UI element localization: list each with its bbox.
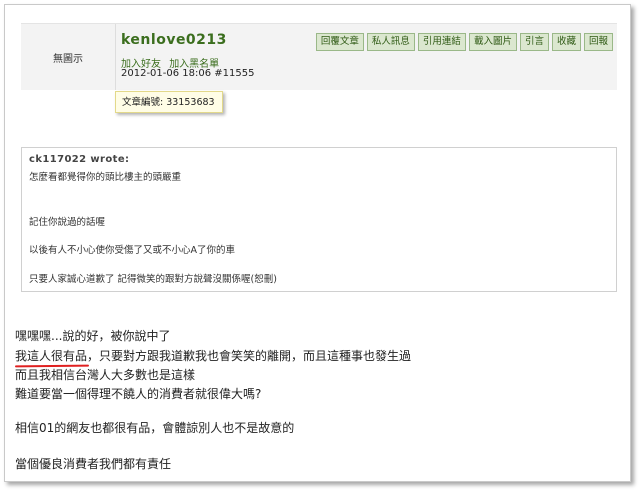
quote-line: 怎麼看都覺得你的頭比樓主的頭嚴重	[29, 172, 182, 183]
body-line: 當個優良消費者我們都有責任	[15, 457, 172, 471]
body-line: 我這人很有品，只要對方跟我道歉我也會笑笑的離開，而且這種事也發生過	[15, 347, 411, 364]
post-header: 無圖示 kenlove0213 加入好友 加入黑名單 2012-01-06 18…	[21, 23, 617, 90]
body-line: 而且我相信台灣人大多數也是這樣	[15, 368, 196, 382]
quote-line: 只要人家誠心道歉了 記得微笑的跟對方說聲沒關係喔(恕刪)	[29, 274, 277, 285]
quote-line: 記住你說過的話喔	[29, 217, 106, 228]
username[interactable]: kenlove0213	[121, 32, 227, 48]
quote-line: 以後有人不小心使你受傷了又或不小心A了你的車	[29, 245, 235, 256]
quote-link-button[interactable]: 引用連結	[417, 33, 466, 51]
load-images-button[interactable]: 載入圖片	[468, 33, 517, 51]
post-frame: 無圖示 kenlove0213 加入好友 加入黑名單 2012-01-06 18…	[4, 4, 631, 482]
reply-button[interactable]: 回覆文章	[315, 33, 364, 51]
body-line: 相信01的網友也都很有品，會體諒別人也不是故意的	[15, 421, 295, 435]
quote-author: ck117022 wrote:	[29, 154, 130, 165]
body-line: 嘿嘿嘿...說的好，被你說中了	[15, 329, 171, 343]
quote-box: ck117022 wrote: 怎麼看都覺得你的頭比樓主的頭嚴重 記住你說過的話…	[21, 147, 617, 292]
post-meta: 2012-01-06 18:06 #11555	[121, 68, 255, 79]
private-message-button[interactable]: 私人訊息	[366, 33, 415, 51]
highlighted-phrase: 我這人很有品	[15, 349, 88, 363]
favorite-button[interactable]: 收藏	[551, 33, 581, 51]
post-actions: 回覆文章 私人訊息 引用連結 載入圖片 引言 收藏 回報	[315, 33, 613, 51]
article-id-tooltip: 文章編號: 33153683	[115, 91, 223, 113]
report-button[interactable]: 回報	[583, 33, 613, 51]
body-line: 難道要當一個得理不饒人的消費者就很偉大嗎?	[15, 387, 262, 401]
quote-button[interactable]: 引言	[519, 33, 549, 51]
body-line-rest: ，只要對方跟我道歉我也會笑笑的離開，而且這種事也發生過	[87, 349, 412, 363]
avatar: 無圖示	[21, 24, 116, 90]
avatar-placeholder-text: 無圖示	[53, 53, 83, 65]
